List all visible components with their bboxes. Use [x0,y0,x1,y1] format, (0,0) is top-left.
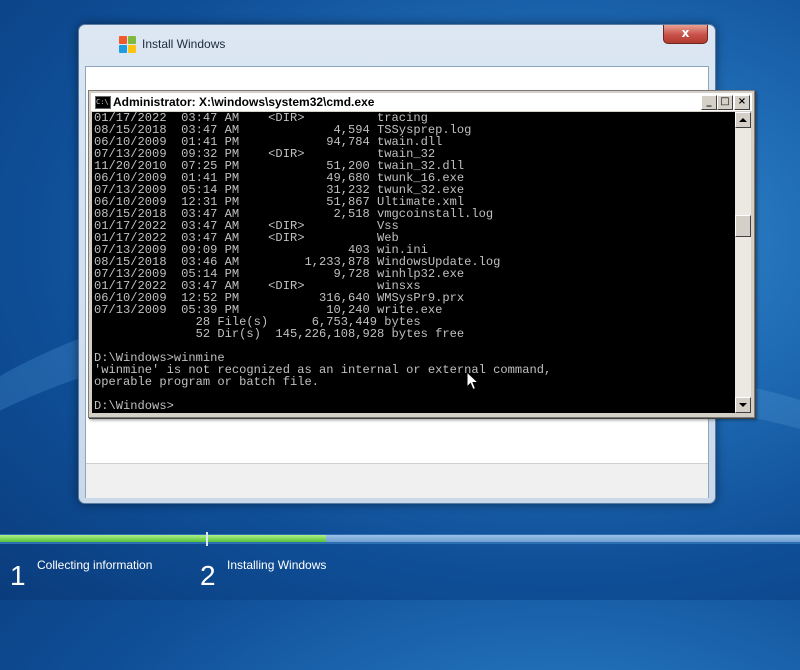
setup-footer [86,463,708,498]
cmd-icon[interactable]: C:\ [95,96,111,109]
scrollbar[interactable] [735,112,751,413]
mouse-pointer-icon [466,371,480,391]
setup-title: Install Windows [142,37,226,51]
step-2-number: 2 [200,560,216,591]
console-line: 52 Dir(s) 145,226,108,928 bytes free [94,327,465,341]
arrow-down-icon [739,403,747,407]
windows-logo-icon [119,36,136,53]
close-button[interactable]: × [734,95,750,110]
close-button[interactable]: x [663,25,708,44]
console-output[interactable]: 01/17/2022 03:47 AM <DIR> tracing 08/15/2… [92,112,735,413]
cmd-title: Administrator: X:\windows\system32\cmd.e… [113,95,375,109]
arrow-up-icon [739,118,747,122]
scroll-down-button[interactable] [735,397,751,413]
step-1-label: Collecting information [37,558,153,572]
scroll-up-button[interactable] [735,112,751,128]
step-1-number: 1 [10,560,26,591]
cmd-window: C:\ Administrator: X:\windows\system32\c… [88,90,755,418]
step1-progress-fill [0,535,206,542]
console-line: D:\Windows> [94,399,174,413]
cmd-titlebar[interactable]: C:\ Administrator: X:\windows\system32\c… [91,93,752,111]
minimize-button[interactable]: _ [701,95,717,110]
maximize-button[interactable]: □ [717,95,733,110]
setup-titlebar[interactable]: Install Windows x [79,25,715,65]
step2-progress-fill [208,535,326,542]
scroll-thumb[interactable] [735,215,751,237]
step-divider [206,532,208,546]
step-2-label: Installing Windows [227,558,327,572]
step2-progress-remaining [326,535,800,542]
console-line: operable program or batch file. [94,375,319,389]
